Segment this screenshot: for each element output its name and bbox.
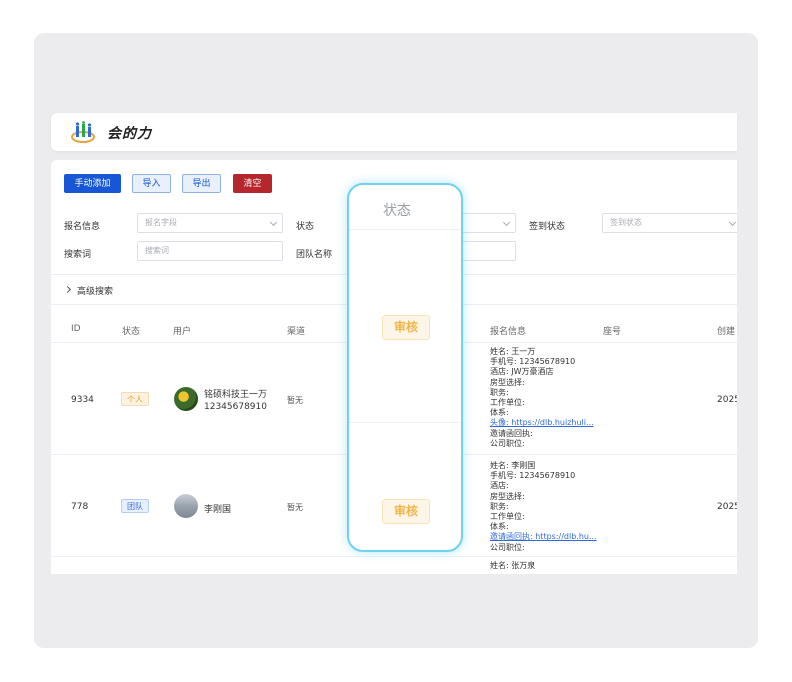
- avatar: [174, 494, 198, 518]
- status-badge: 团队: [121, 499, 149, 513]
- overlay-status-header: 状态: [383, 203, 411, 219]
- signup-info-label: 报名信息: [64, 222, 101, 232]
- keyword-label: 搜索词: [64, 250, 92, 260]
- checkin-status-label: 签到状态: [529, 222, 566, 232]
- team-name-label: 团队名称: [296, 250, 333, 260]
- user-name: 李刚国: [204, 505, 232, 515]
- import-button[interactable]: 导入: [132, 174, 171, 193]
- status-badge: 个人: [121, 392, 149, 406]
- advanced-search-toggle[interactable]: 高级搜索: [77, 284, 113, 297]
- column-header-created: 创建: [717, 327, 736, 337]
- info-line: 房型选择:: [490, 491, 525, 501]
- created-value: 2025: [717, 395, 737, 405]
- status-filter-label: 状态: [296, 222, 315, 232]
- info-line: 姓名: 李刚国: [490, 461, 536, 470]
- signup-info-block: 姓名: 张万泉: [490, 561, 600, 571]
- created-value: 2025: [717, 502, 737, 512]
- info-line: 手机号: 12345678910: [490, 471, 576, 481]
- signup-info-block: 姓名: 李刚国 手机号: 12345678910 酒店: 房型选择: 职务: 工…: [490, 461, 600, 553]
- column-header-seat: 座号: [603, 327, 622, 337]
- info-line: 公司职位:: [490, 542, 525, 552]
- avatar-link[interactable]: 头像: https://dlb.huizhuli...: [490, 418, 600, 428]
- divider: [349, 229, 461, 230]
- info-line: 体系:: [490, 522, 509, 532]
- info-line: 手机号: 12345678910: [490, 357, 576, 367]
- chevron-right-icon[interactable]: [63, 285, 72, 294]
- review-button[interactable]: 审核: [382, 499, 430, 524]
- export-button[interactable]: 导出: [182, 174, 221, 193]
- invitation-link[interactable]: 邀请函回执: https://dlb.hu...: [490, 532, 600, 542]
- row-id: 778: [71, 502, 89, 512]
- signup-info-block: 姓名: 王一万 手机号: 12345678910 酒店: JW万豪酒店 房型选择…: [490, 347, 600, 449]
- signup-info-select[interactable]: 报名字段: [137, 213, 283, 233]
- checkin-status-select[interactable]: 签到状态: [602, 213, 737, 233]
- divider: [51, 556, 737, 557]
- checkin-status-placeholder: 签到状态: [610, 218, 642, 227]
- chevron-down-icon: [269, 218, 278, 227]
- info-line: 房型选择:: [490, 377, 525, 387]
- column-header-status: 状态: [122, 327, 141, 337]
- row-id: 9334: [71, 395, 94, 405]
- info-line: 酒店: JW万豪酒店: [490, 367, 554, 377]
- info-line: 邀请函回执:: [490, 428, 533, 438]
- chevron-down-icon: [502, 218, 511, 227]
- info-line: 工作单位:: [490, 512, 525, 522]
- column-header-user: 用户: [173, 327, 192, 337]
- column-header-signup-info: 报名信息: [490, 327, 527, 337]
- info-line: 体系:: [490, 408, 509, 418]
- app-header: 会的力: [51, 113, 737, 151]
- info-line: 工作单位:: [490, 398, 525, 408]
- chevron-down-icon: [728, 218, 737, 227]
- manual-add-button[interactable]: 手动添加: [64, 174, 121, 193]
- logo-icon: [71, 121, 95, 143]
- keyword-input[interactable]: 搜索词: [137, 241, 283, 261]
- info-line: 职务:: [490, 501, 509, 511]
- divider: [349, 422, 461, 423]
- logo-text: 会的力: [107, 126, 152, 142]
- info-line: 姓名: 张万泉: [490, 561, 536, 570]
- info-line: 姓名: 王一万: [490, 347, 536, 356]
- channel-value: 暂无: [287, 396, 303, 405]
- clear-button[interactable]: 清空: [233, 174, 272, 193]
- keyword-placeholder: 搜索词: [145, 246, 169, 255]
- column-header-channel: 渠道: [287, 327, 306, 337]
- status-column-zoom: 状态 审核 审核: [347, 183, 463, 552]
- info-line: 职务:: [490, 387, 509, 397]
- info-line: 酒店:: [490, 481, 509, 491]
- user-phone: 12345678910: [204, 402, 267, 412]
- avatar: [174, 387, 198, 411]
- user-name: 铭硕科技王一万: [204, 390, 268, 400]
- column-header-id: ID: [71, 324, 81, 334]
- signup-info-placeholder: 报名字段: [145, 218, 177, 227]
- review-button[interactable]: 审核: [382, 315, 430, 340]
- info-line: 公司职位:: [490, 438, 525, 448]
- channel-value: 暂无: [287, 503, 303, 512]
